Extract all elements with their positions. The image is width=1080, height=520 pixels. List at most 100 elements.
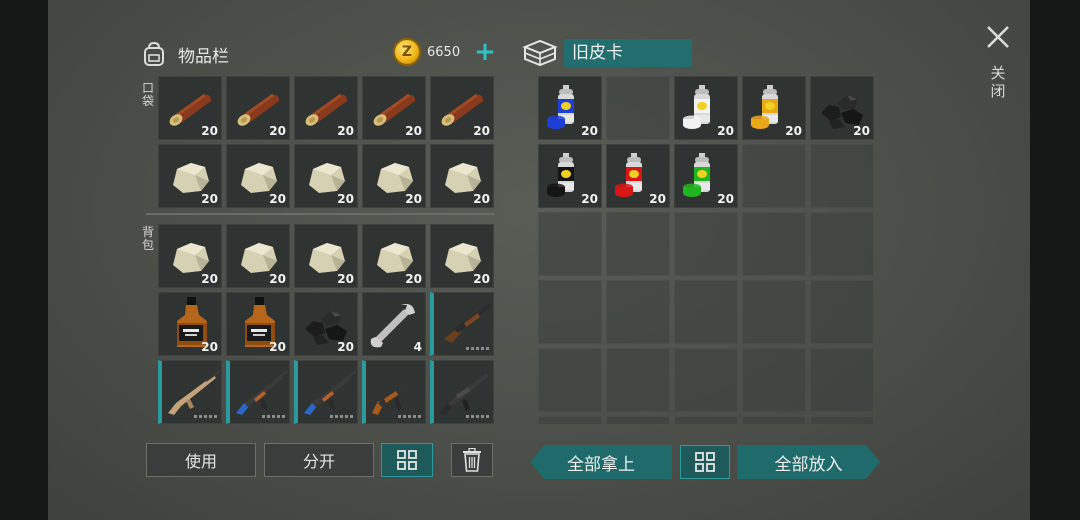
durability-indicator bbox=[466, 347, 489, 350]
empty-slot[interactable] bbox=[606, 280, 670, 344]
empty-slot[interactable] bbox=[742, 348, 806, 412]
inventory-slot[interactable]: 20 bbox=[538, 76, 602, 140]
empty-slot[interactable] bbox=[606, 212, 670, 276]
backpack-label: 背包 bbox=[141, 225, 154, 252]
item-quantity: 20 bbox=[337, 340, 354, 354]
inventory-slot[interactable]: 20 bbox=[362, 144, 426, 208]
empty-slot[interactable] bbox=[538, 212, 602, 276]
close-label[interactable]: 关闭 bbox=[989, 64, 1007, 100]
empty-slot[interactable] bbox=[810, 144, 874, 208]
durability-indicator bbox=[466, 415, 489, 418]
container-title: 旧皮卡 bbox=[564, 39, 692, 67]
inventory-slot[interactable]: 20 bbox=[538, 144, 602, 208]
inventory-slot[interactable]: 20 bbox=[430, 76, 494, 140]
inventory-slot[interactable]: 20 bbox=[294, 224, 358, 288]
empty-slot[interactable] bbox=[810, 212, 874, 276]
split-button[interactable]: 分开 bbox=[264, 443, 374, 477]
inventory-slot[interactable]: 20 bbox=[674, 144, 738, 208]
empty-slot[interactable] bbox=[606, 416, 670, 424]
trash-icon bbox=[463, 448, 481, 472]
empty-slot[interactable] bbox=[674, 212, 738, 276]
durability-indicator bbox=[398, 415, 421, 418]
durability-indicator bbox=[194, 415, 217, 418]
take-all-button[interactable]: 全部拿上 bbox=[530, 445, 672, 479]
empty-slot[interactable] bbox=[538, 280, 602, 344]
add-coins-button[interactable]: + bbox=[474, 39, 496, 65]
empty-slot[interactable] bbox=[742, 416, 806, 424]
inventory-slot[interactable]: 20 bbox=[294, 76, 358, 140]
durability-indicator bbox=[330, 415, 353, 418]
empty-slot[interactable] bbox=[538, 348, 602, 412]
empty-slot[interactable] bbox=[538, 416, 602, 424]
inventory-slot[interactable]: 20 bbox=[430, 144, 494, 208]
delete-item-button[interactable] bbox=[451, 443, 493, 477]
empty-slot[interactable] bbox=[742, 144, 806, 208]
inventory-slot[interactable]: 20 bbox=[430, 224, 494, 288]
item-quantity: 20 bbox=[473, 124, 490, 138]
sort-inventory-button[interactable] bbox=[381, 443, 433, 477]
coin-amount: 6650 bbox=[427, 44, 461, 60]
item-quantity: 20 bbox=[649, 192, 666, 206]
empty-slot[interactable] bbox=[674, 348, 738, 412]
item-quantity: 20 bbox=[269, 124, 286, 138]
coin-icon: Z bbox=[393, 38, 421, 66]
item-quantity: 20 bbox=[269, 340, 286, 354]
coin-balance: Z 6650 + bbox=[393, 38, 496, 66]
item-quantity: 20 bbox=[405, 192, 422, 206]
item-quantity: 20 bbox=[201, 124, 218, 138]
inventory-slot[interactable]: 20 bbox=[294, 292, 358, 356]
inventory-slot[interactable]: 20 bbox=[606, 144, 670, 208]
inventory-slot[interactable]: 20 bbox=[226, 144, 290, 208]
inventory-slot[interactable] bbox=[430, 360, 494, 424]
container-header: 旧皮卡 bbox=[522, 38, 692, 68]
item-quantity: 20 bbox=[337, 272, 354, 286]
durability-indicator bbox=[262, 415, 285, 418]
inventory-slot[interactable]: 20 bbox=[226, 76, 290, 140]
inventory-slot[interactable]: 20 bbox=[158, 224, 222, 288]
item-quantity: 20 bbox=[473, 272, 490, 286]
backpack-grid: 20 20 20 20 20 20 20 20 4 bbox=[158, 224, 494, 424]
use-button[interactable]: 使用 bbox=[146, 443, 256, 477]
empty-slot[interactable] bbox=[810, 416, 874, 424]
empty-slot[interactable] bbox=[674, 280, 738, 344]
inventory-slot[interactable]: 20 bbox=[362, 224, 426, 288]
inventory-slot[interactable]: 20 bbox=[158, 76, 222, 140]
empty-slot[interactable] bbox=[606, 76, 670, 140]
inventory-slot[interactable] bbox=[226, 360, 290, 424]
empty-slot[interactable] bbox=[810, 280, 874, 344]
empty-slot[interactable] bbox=[674, 416, 738, 424]
inventory-slot[interactable] bbox=[294, 360, 358, 424]
container-box-icon bbox=[522, 39, 558, 67]
sort-container-button[interactable] bbox=[680, 445, 730, 479]
item-quantity: 20 bbox=[337, 124, 354, 138]
inventory-slot[interactable]: 4 bbox=[362, 292, 426, 356]
inventory-slot[interactable]: 20 bbox=[810, 76, 874, 140]
item-quantity: 20 bbox=[853, 124, 870, 138]
item-quantity: 20 bbox=[201, 272, 218, 286]
item-quantity: 20 bbox=[337, 192, 354, 206]
inventory-slot[interactable]: 20 bbox=[158, 292, 222, 356]
item-quantity: 20 bbox=[405, 272, 422, 286]
inventory-slot[interactable] bbox=[158, 360, 222, 424]
inventory-slot[interactable]: 20 bbox=[362, 76, 426, 140]
close-icon[interactable] bbox=[985, 24, 1011, 50]
empty-slot[interactable] bbox=[606, 348, 670, 412]
item-quantity: 20 bbox=[201, 340, 218, 354]
inventory-title: 物品栏 bbox=[178, 46, 229, 67]
empty-slot[interactable] bbox=[742, 212, 806, 276]
inventory-slot[interactable]: 20 bbox=[742, 76, 806, 140]
inventory-slot[interactable]: 20 bbox=[158, 144, 222, 208]
inventory-slot[interactable]: 20 bbox=[226, 224, 290, 288]
backpack-icon bbox=[144, 41, 164, 66]
empty-slot[interactable] bbox=[810, 348, 874, 412]
inventory-slot[interactable] bbox=[362, 360, 426, 424]
put-all-button[interactable]: 全部放入 bbox=[737, 445, 880, 479]
item-quantity: 20 bbox=[269, 192, 286, 206]
empty-slot[interactable] bbox=[742, 280, 806, 344]
grid-sort-icon bbox=[397, 450, 417, 470]
inventory-slot[interactable]: 20 bbox=[674, 76, 738, 140]
inventory-slot[interactable]: 20 bbox=[294, 144, 358, 208]
inventory-slot[interactable]: 20 bbox=[226, 292, 290, 356]
container-grid: 20 20 20 20 20 20 20 bbox=[538, 76, 874, 424]
inventory-slot[interactable] bbox=[430, 292, 494, 356]
